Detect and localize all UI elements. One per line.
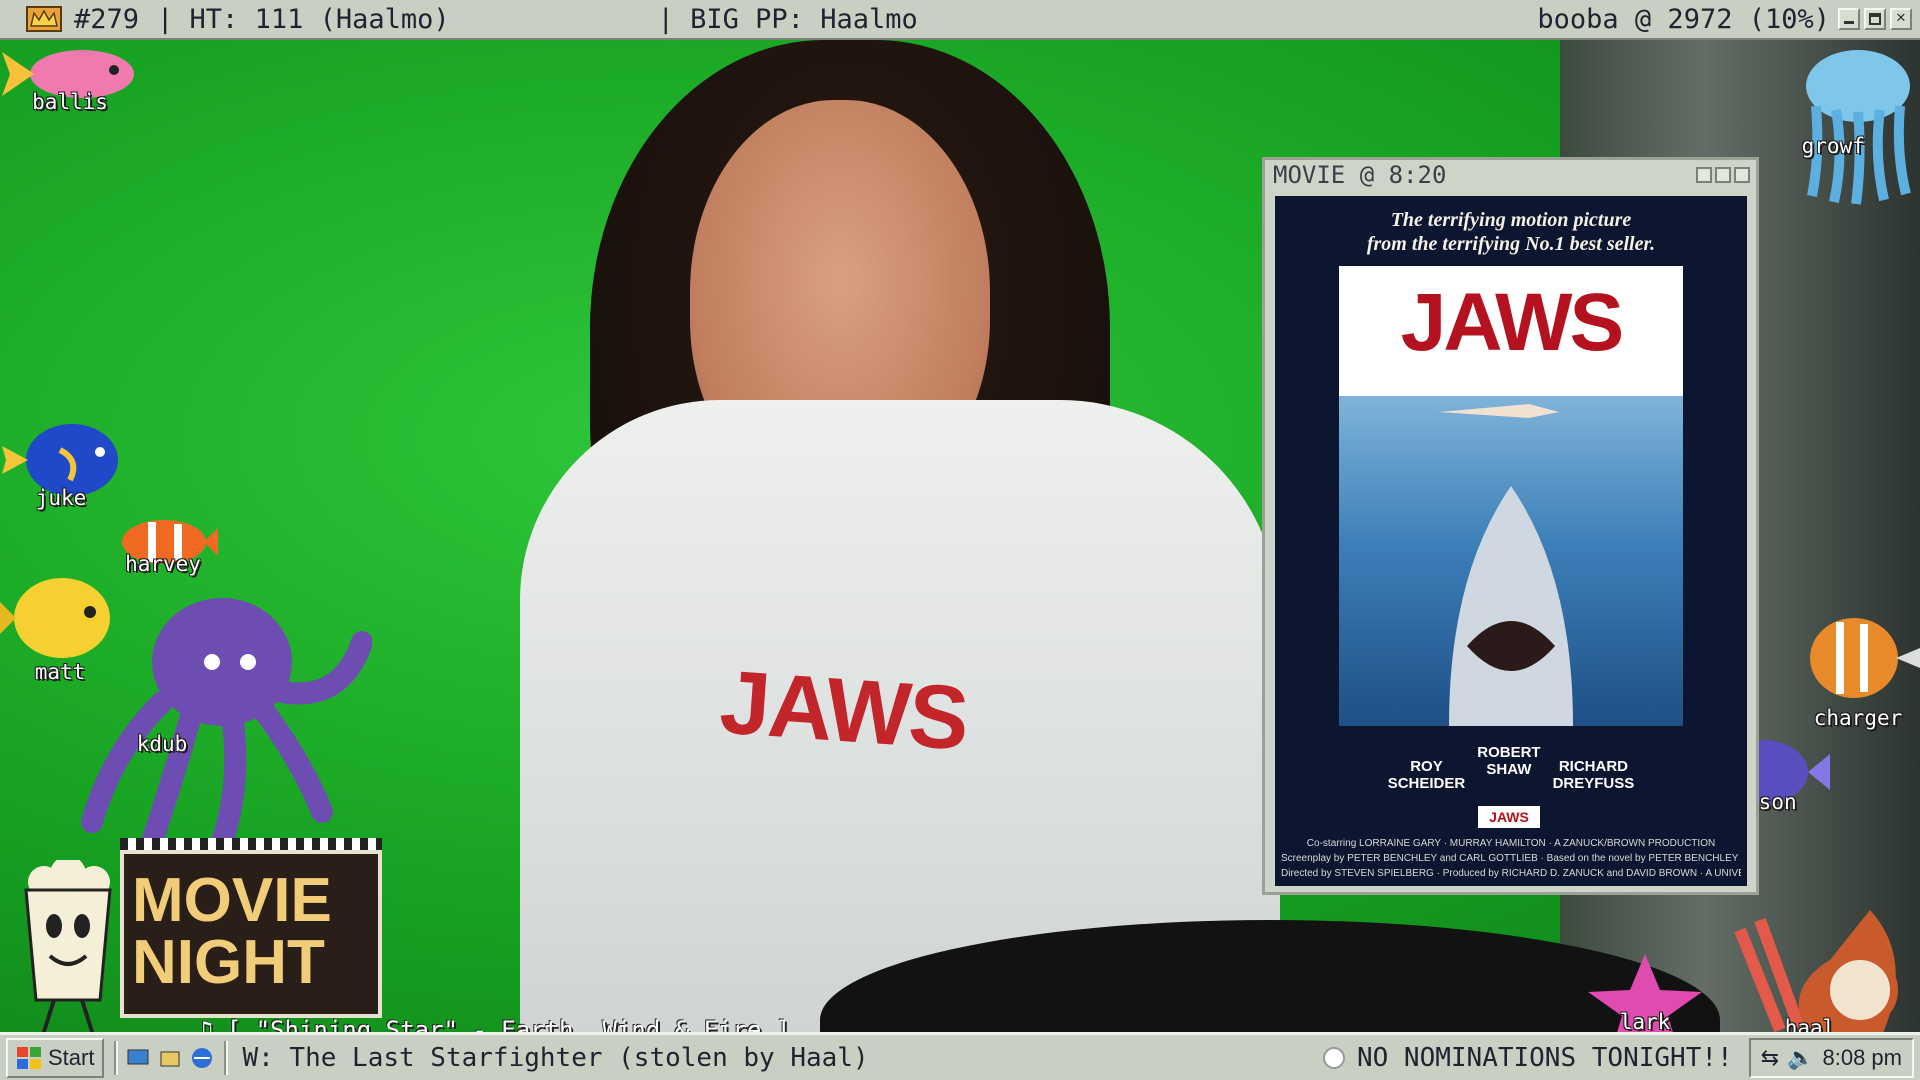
- big-pp-label: | BIG PP: Haalmo: [657, 3, 918, 35]
- octopus-icon: [81, 598, 373, 853]
- poster-fine-print: Co-starring LORRAINE GARY · MURRAY HAMIL…: [1281, 838, 1741, 879]
- system-tray: ⇆ 🔈 8:08 pm: [1748, 1037, 1914, 1078]
- tray-network-icon[interactable]: ⇆: [1761, 1045, 1779, 1071]
- minimize-icon[interactable]: [1696, 167, 1712, 183]
- jaws-poster: The terrifying motion picture from the t…: [1275, 196, 1747, 886]
- nautilus-icon: [1734, 910, 1898, 1032]
- fish-charger: charger: [1796, 608, 1920, 730]
- maximize-icon[interactable]: [1864, 8, 1886, 30]
- quick-launch: [126, 1046, 214, 1070]
- crown-icon: [26, 6, 62, 32]
- points-status: booba @ 2972 (10%): [1537, 3, 1830, 35]
- octopus-kdub: kdub: [72, 592, 373, 853]
- browser-icon[interactable]: [190, 1046, 214, 1070]
- nominations-notice: NO NOMINATIONS TONIGHT!!: [1356, 1042, 1733, 1073]
- minimize-icon[interactable]: [1838, 8, 1860, 30]
- taskbar: Start W: The Last Starfighter (stolen by…: [0, 1032, 1920, 1080]
- now-playing: ♫ [ "Shining Star" - Earth, Wind & Fire …: [140, 988, 790, 1032]
- shark-icon: [1439, 404, 1573, 726]
- shirt-logo: JAWS: [716, 652, 971, 770]
- close-icon[interactable]: [1890, 7, 1912, 30]
- start-button[interactable]: Start: [6, 1037, 105, 1078]
- jellyfish-growf: growf: [1796, 46, 1920, 206]
- maximize-icon[interactable]: [1715, 167, 1731, 183]
- explorer-icon[interactable]: [158, 1046, 182, 1070]
- fish-harvey: harvey: [108, 512, 218, 602]
- music-note-icon: ♫: [197, 1016, 227, 1032]
- notice-indicator-icon: [1322, 1046, 1345, 1069]
- top-window-controls: [1838, 7, 1912, 30]
- poster-credits: ROY SCHEIDER ROBERT SHAW RICHARD DREYFUSS: [1387, 744, 1635, 792]
- fish-juke: juke: [0, 420, 122, 520]
- movie-window-titlebar[interactable]: MOVIE @ 8:20: [1265, 160, 1756, 190]
- close-icon[interactable]: [1734, 167, 1750, 183]
- taskbar-window-title[interactable]: W: The Last Starfighter (stolen by Haal): [242, 1043, 868, 1073]
- poster-tagline: The terrifying motion picture from the t…: [1366, 209, 1656, 255]
- butterflyfish-icon: [1810, 618, 1920, 698]
- ticket-number: #279: [74, 3, 140, 35]
- streamer-webcam: JAWS: [520, 40, 1280, 1032]
- top-status-bar: #279 | HT: 111 (Haalmo) | BIG PP: Haalmo…: [0, 0, 1920, 40]
- jellyfish-icon: [1806, 50, 1911, 205]
- windows-logo-icon: [17, 1046, 41, 1069]
- starfish-lark: lark: [1580, 950, 1710, 1032]
- fish-ballis: ballis: [0, 40, 140, 114]
- ht-label: | HT: 111 (Haalmo): [157, 3, 450, 35]
- desktop-icon[interactable]: [126, 1046, 150, 1070]
- poster-title: JAWS: [1400, 277, 1624, 368]
- tray-speaker-icon[interactable]: 🔈: [1787, 1045, 1814, 1071]
- movie-window-title: MOVIE @ 8:20: [1273, 161, 1447, 189]
- popcorn-mascot-icon: [24, 860, 112, 1032]
- poster-artwork: JAWS: [1339, 266, 1683, 726]
- tray-clock[interactable]: 8:08 pm: [1823, 1045, 1903, 1071]
- nautilus-haal: haal: [1720, 900, 1920, 1032]
- movie-window[interactable]: MOVIE @ 8:20 The terrifying motion pictu…: [1262, 157, 1759, 895]
- stream-scene: JAWS ballis growf juke harvey matt kdub …: [0, 40, 1920, 1032]
- poster-mini-logo: JAWS: [1478, 806, 1540, 828]
